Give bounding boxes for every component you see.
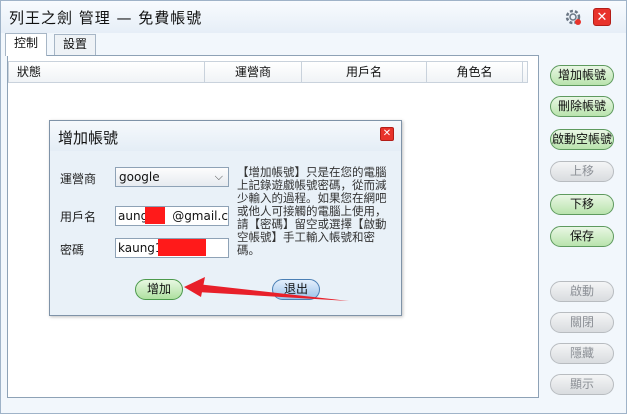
main-window: 列王之劍 管理 — 免費帳號 ✕ 控制 設置 狀態 運營商 用戶名 角色名 增加… (0, 0, 627, 414)
annotation-arrow (184, 277, 349, 301)
annotation-arrow-head (184, 277, 205, 297)
tab-control[interactable]: 控制 (5, 33, 48, 56)
annotation-arrow-shaft (197, 284, 349, 301)
